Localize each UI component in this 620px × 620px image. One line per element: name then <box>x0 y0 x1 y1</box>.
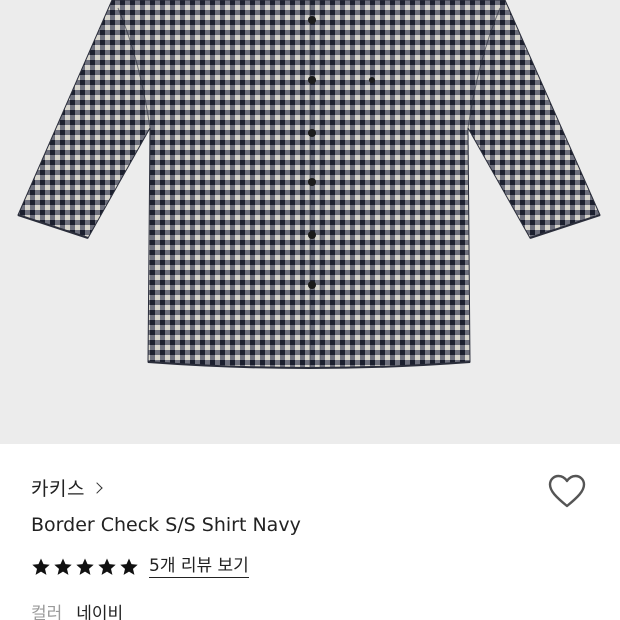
color-value: 네이비 <box>76 604 124 620</box>
product-title: Border Check S/S Shirt Navy <box>31 514 301 536</box>
wishlist-button[interactable] <box>548 474 586 510</box>
brand-name: 카키스 <box>31 478 85 500</box>
product-info: 카키스 Border Check S/S Shirt Navy 5개 리뷰 보기… <box>0 444 620 620</box>
star-filled-icon <box>53 557 73 577</box>
review-link[interactable]: 5개 리뷰 보기 <box>149 556 249 578</box>
heart-outline-icon <box>548 474 586 508</box>
star-filled-icon <box>97 557 117 577</box>
product-detail-page: 카키스 Border Check S/S Shirt Navy 5개 리뷰 보기… <box>0 0 620 620</box>
star-filled-icon <box>119 557 139 577</box>
brand-link[interactable]: 카키스 <box>31 474 103 501</box>
color-label: 컬러 <box>31 604 63 620</box>
product-image[interactable] <box>0 0 620 444</box>
rating-row: 5개 리뷰 보기 <box>31 556 249 578</box>
color-option-row: 컬러 네이비 <box>31 599 123 620</box>
rating-stars <box>31 557 139 577</box>
chevron-right-icon <box>91 482 103 494</box>
star-filled-icon <box>75 557 95 577</box>
shirt-illustration <box>17 0 601 369</box>
star-filled-icon <box>31 557 51 577</box>
